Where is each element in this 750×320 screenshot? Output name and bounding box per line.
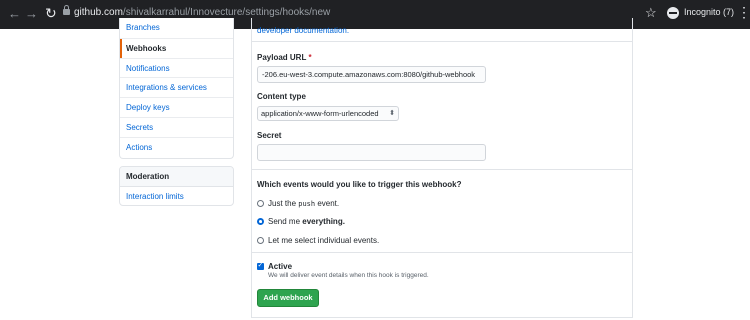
incognito-label[interactable]: Incognito (7) [684,7,734,17]
menu-icon[interactable]: ⋮ [737,4,750,21]
payload-url-label: Payload URL * [257,53,312,62]
forward-icon[interactable]: → [25,6,38,22]
active-label[interactable]: Active [268,262,292,271]
radio-just-push-label[interactable]: Just the push event. [268,199,339,208]
option2-bold: everything. [302,217,345,226]
radio-select-individual-label[interactable]: Let me select individual events. [268,236,379,245]
payload-url-label-text: Payload URL [257,53,307,62]
sidebar-item-branches[interactable]: Branches [120,18,233,38]
required-mark: * [308,53,312,62]
option1-prefix: Just the [268,199,299,208]
active-checkbox[interactable] [257,261,264,270]
content-type-select[interactable]: application/x-www-form-urlencoded ⬍ [257,106,399,121]
incognito-icon[interactable] [667,7,679,19]
sidebar-item-deploy-keys[interactable]: Deploy keys [120,97,233,117]
sidebar-item-secrets[interactable]: Secrets [120,116,233,137]
content-type-label: Content type [257,92,306,101]
developer-docs-link[interactable]: developer documentation. [257,26,349,35]
radio-send-everything-label[interactable]: Send me everything. [268,217,345,226]
sidebar-item-integrations[interactable]: Integrations & services [120,77,233,97]
divider [251,169,633,170]
reload-icon[interactable]: ↻ [45,5,57,22]
events-question: Which events would you like to trigger t… [257,180,462,189]
sidebar-item-notifications[interactable]: Notifications [120,57,233,78]
divider [251,252,633,253]
secret-input[interactable] [257,144,486,161]
sidebar-item-webhooks[interactable]: Webhooks [120,37,233,58]
add-webhook-button[interactable]: Add webhook [257,289,319,307]
sidebar-item-interaction-limits[interactable]: Interaction limits [120,187,233,205]
star-icon[interactable]: ☆ [645,5,657,21]
url-host: github.com [74,7,123,18]
payload-url-input[interactable]: -206.eu-west-3.compute.amazonaws.com:808… [257,66,486,83]
content-type-value: application/x-www-form-urlencoded [261,109,379,118]
radio-send-everything[interactable] [257,218,264,225]
option1-code: push [298,200,316,208]
option1-suffix: event. [315,199,340,208]
moderation-heading: Moderation [120,167,233,187]
moderation-menu: Moderation Interaction limits [119,166,234,206]
active-note: We will deliver event details when this … [268,272,429,279]
divider [251,41,633,42]
url-path: /shivalkarrahul/Innovecture/settings/hoo… [122,7,331,18]
option2-prefix: Send me [268,217,303,226]
lock-icon[interactable] [63,5,70,15]
back-icon[interactable]: ← [8,6,21,22]
sidebar-item-actions[interactable]: Actions [120,136,233,157]
radio-select-individual[interactable] [257,237,264,244]
select-arrows-icon: ⬍ [389,110,395,117]
secret-label: Secret [257,131,282,140]
radio-just-push[interactable] [257,200,264,207]
settings-menu: Branches Webhooks Notifications Integrat… [119,18,234,159]
